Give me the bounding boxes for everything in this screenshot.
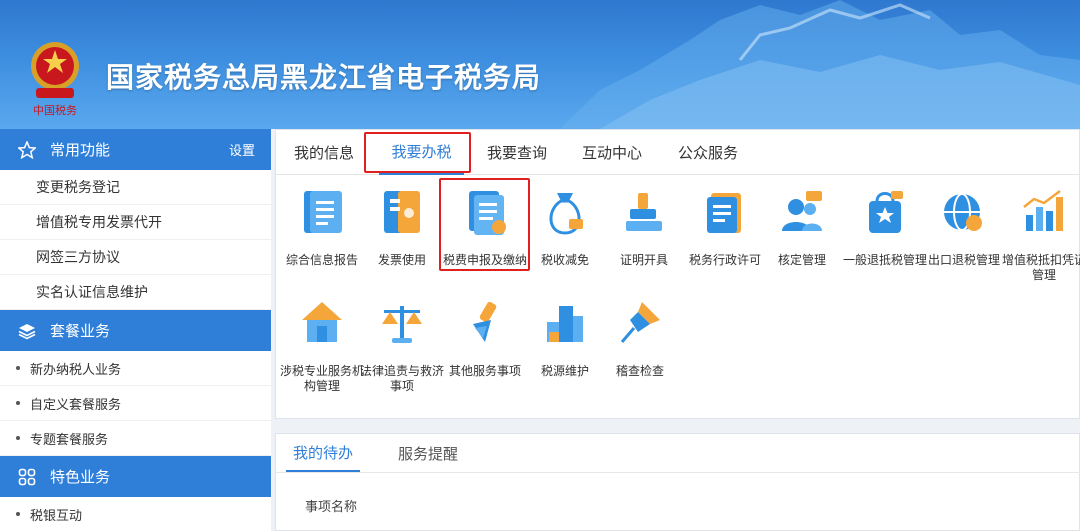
main-panel: 我的信息 我要办税 我要查询 互动中心 公众服务 综合信息报告 发票使用 税费申… xyxy=(275,129,1080,419)
layers-icon xyxy=(16,320,38,342)
func-label: 税务行政许可 xyxy=(688,253,761,267)
func-label: 税收减免 xyxy=(540,253,589,267)
sidebar-item[interactable]: 新办纳税人业务 xyxy=(0,351,271,386)
func-tax-source[interactable]: 税源维护 xyxy=(523,296,607,379)
report-icon xyxy=(297,185,347,239)
tab-my-info[interactable]: 我的信息 xyxy=(284,130,364,175)
func-label: 一般退抵税管理 xyxy=(843,253,928,267)
sidebar-item[interactable]: 税银互动 xyxy=(0,497,271,531)
sidebar-item[interactable]: 自定义套餐服务 xyxy=(0,386,271,421)
sidebar: 常用功能 设置 变更税务登记 增值税专用发票代开 网签三方协议 实名认证信息维护… xyxy=(0,129,271,531)
func-tax-declare-pay[interactable]: 税费申报及缴纳 xyxy=(443,185,527,268)
bullet-dot xyxy=(16,436,20,440)
brush-icon xyxy=(460,296,510,350)
func-tax-relief[interactable]: 税收减免 xyxy=(523,185,607,268)
func-label: 出口退税管理 xyxy=(927,253,1000,267)
func-label: 税费申报及缴纳 xyxy=(443,253,528,267)
scales-icon xyxy=(377,296,427,350)
todo-panel: 我的待办 服务提醒 事项名称 xyxy=(275,433,1080,531)
func-export-refund[interactable]: 出口退税管理 xyxy=(922,185,1006,268)
refund-bag-icon xyxy=(860,185,910,239)
func-vat-deduction[interactable]: 增值税抵扣凭证管理 xyxy=(1002,185,1080,283)
func-label: 增值税抵扣凭证管理 xyxy=(1002,253,1080,282)
func-inspection[interactable]: 稽查检查 xyxy=(598,296,682,379)
sidebar-item-label: 自定义套餐服务 xyxy=(30,396,122,412)
tab-bar: 我的信息 我要办税 我要查询 互动中心 公众服务 xyxy=(276,130,1080,175)
column-header-item-name: 事项名称 xyxy=(305,499,358,514)
func-other-services[interactable]: 其他服务事项 xyxy=(443,296,527,379)
bullet-dot xyxy=(16,366,20,370)
sidebar-item[interactable]: 增值税专用发票代开 xyxy=(0,205,271,240)
site-header: 中国税务 国家税务总局黑龙江省电子税务局 xyxy=(0,0,1080,129)
tab-query[interactable]: 我要查询 xyxy=(477,130,557,175)
tab-interaction[interactable]: 互动中心 xyxy=(572,130,652,175)
func-label: 证明开具 xyxy=(619,253,668,267)
func-comprehensive-report[interactable]: 综合信息报告 xyxy=(280,185,364,268)
func-label: 发票使用 xyxy=(377,253,426,267)
func-label: 税源维护 xyxy=(540,364,589,378)
func-label: 综合信息报告 xyxy=(285,253,358,267)
pushpin-icon xyxy=(615,296,665,350)
star-icon xyxy=(16,139,38,161)
sidebar-item[interactable]: 实名认证信息维护 xyxy=(0,275,271,310)
bullet-dot xyxy=(16,401,20,405)
sidebar-section-package[interactable]: 套餐业务 xyxy=(0,310,271,351)
func-label: 其他服务事项 xyxy=(448,364,521,378)
certificate-icon xyxy=(619,185,669,239)
tab-service-reminder[interactable]: 服务提醒 xyxy=(386,434,470,472)
sidebar-item[interactable]: 专题套餐服务 xyxy=(0,421,271,456)
func-assessment[interactable]: 核定管理 xyxy=(760,185,844,268)
func-label: 核定管理 xyxy=(777,253,826,267)
section-title: 常用功能 xyxy=(50,142,111,159)
bar-chart-icon xyxy=(1019,185,1069,239)
tab-do-tax[interactable]: 我要办税 xyxy=(379,130,464,175)
sidebar-item-label: 税银互动 xyxy=(30,507,83,523)
sidebar-item-label: 专题套餐服务 xyxy=(30,431,109,447)
buildings-icon xyxy=(540,296,590,350)
func-certificate[interactable]: 证明开具 xyxy=(602,185,686,268)
house-tools-icon xyxy=(297,296,347,350)
money-bag-icon xyxy=(540,185,590,239)
func-label: 稽查检查 xyxy=(615,364,664,378)
sidebar-item-label: 新办纳税人业务 xyxy=(30,361,122,377)
tab-my-todo[interactable]: 我的待办 xyxy=(286,434,360,472)
func-admin-license[interactable]: 税务行政许可 xyxy=(683,185,767,268)
invoice-icon xyxy=(377,185,427,239)
func-tax-agency[interactable]: 涉税专业服务机构管理 xyxy=(280,296,364,394)
func-refund-offset[interactable]: 一般退抵税管理 xyxy=(843,185,927,268)
grid-icon xyxy=(16,466,38,488)
sidebar-item[interactable]: 变更税务登记 xyxy=(0,170,271,205)
section-title: 特色业务 xyxy=(50,469,111,486)
users-chat-icon xyxy=(777,185,827,239)
sidebar-section-common[interactable]: 常用功能 设置 xyxy=(0,129,271,170)
tab-public-service[interactable]: 公众服务 xyxy=(668,130,748,175)
section-title: 套餐业务 xyxy=(50,323,111,340)
notebook-icon xyxy=(700,185,750,239)
national-emblem-icon: 中国税务 xyxy=(31,42,79,117)
sidebar-item[interactable]: 网签三方协议 xyxy=(0,240,271,275)
func-label: 涉税专业服务机构管理 xyxy=(280,364,365,393)
bullet-dot xyxy=(16,512,20,516)
func-invoice-use[interactable]: 发票使用 xyxy=(360,185,444,268)
func-label: 法律追责与救济事项 xyxy=(360,364,445,393)
globe-icon xyxy=(939,185,989,239)
func-legal-remedy[interactable]: 法律追责与救济事项 xyxy=(360,296,444,394)
tab-divider xyxy=(276,472,1080,473)
settings-link[interactable]: 设置 xyxy=(229,140,255,159)
sidebar-section-special[interactable]: 特色业务 xyxy=(0,456,271,497)
site-title: 国家税务总局黑龙江省电子税务局 xyxy=(106,61,542,94)
tax-declare-icon xyxy=(460,185,510,239)
emblem-caption: 中国税务 xyxy=(33,103,77,117)
